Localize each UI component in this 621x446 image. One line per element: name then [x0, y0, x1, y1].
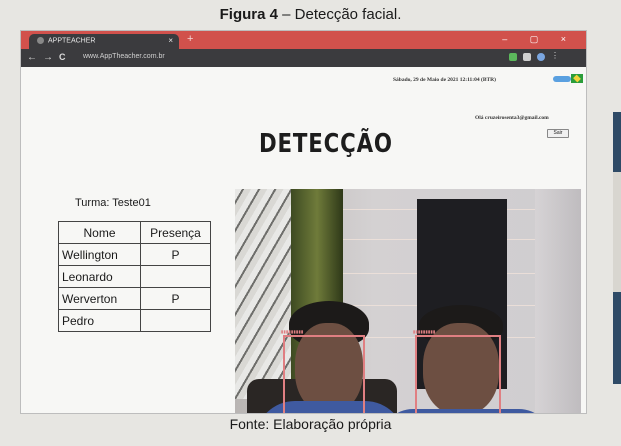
- language-toggle[interactable]: [553, 74, 583, 84]
- student-name: Wellington: [58, 243, 141, 266]
- date-time: Sábado, 29 de Maio de 2021 12:11:04 (BTR…: [393, 77, 496, 83]
- adjacent-page-edge: [613, 112, 621, 384]
- column-header-name: Nome: [58, 221, 141, 244]
- face-label-left: ▮▮▮▮▮▮▮▮▮: [281, 329, 304, 334]
- face-detection-box: [283, 335, 365, 413]
- student-name: Werverton: [58, 287, 141, 310]
- attendance-table: Nome Presença Wellington P Leonardo Werv…: [58, 221, 211, 332]
- user-greeting: Olá cruzeirosenta3@gmail.com: [475, 115, 549, 121]
- favicon-icon: [37, 37, 44, 44]
- tab-bar: APPTEACHER × + – ▢ ×: [21, 31, 586, 49]
- face-label-right: ▮▮▮▮▮▮▮▮▮: [413, 329, 436, 334]
- student-name: Leonardo: [58, 265, 141, 288]
- class-label: Turma: Teste01: [75, 197, 151, 209]
- forward-button[interactable]: →: [43, 52, 53, 63]
- browser-toolbar: ← → C www.AppTheacher.com.br ⋮: [21, 49, 586, 67]
- camera-feed: ▮▮▮▮▮▮▮▮▮ ▮▮▮▮▮▮▮▮▮: [235, 189, 581, 413]
- browser-window: APPTEACHER × + – ▢ × ← → C www.AppTheach…: [20, 30, 587, 414]
- bookmark-icon[interactable]: [523, 53, 531, 61]
- column-header-presence: Presença: [140, 221, 211, 244]
- back-button[interactable]: ←: [27, 52, 37, 63]
- student-name: Pedro: [58, 309, 141, 332]
- toggle-switch[interactable]: [553, 76, 571, 82]
- table-header-row: Nome Presença: [58, 221, 211, 244]
- table-row: Pedro: [58, 309, 211, 332]
- close-tab-icon[interactable]: ×: [168, 36, 173, 45]
- presence-mark: [140, 309, 211, 332]
- window-controls[interactable]: – ▢ ×: [502, 34, 576, 45]
- tab-title: APPTEACHER: [48, 37, 96, 45]
- presence-mark: [140, 265, 211, 288]
- extension-icon[interactable]: [509, 53, 517, 61]
- profile-icon[interactable]: [537, 53, 545, 61]
- figure-caption-text: – Detecção facial.: [277, 6, 402, 23]
- brazil-flag-icon: [571, 74, 583, 83]
- browser-tab[interactable]: APPTEACHER ×: [29, 34, 179, 49]
- table-row: Werverton P: [58, 287, 211, 310]
- figure-label: Figura 4: [219, 6, 278, 23]
- table-row: Wellington P: [58, 243, 211, 266]
- presence-mark: P: [140, 287, 211, 310]
- page-content: Sábado, 29 de Maio de 2021 12:11:04 (BTR…: [21, 67, 586, 413]
- menu-icon[interactable]: ⋮: [551, 51, 559, 60]
- presence-mark: P: [140, 243, 211, 266]
- figure-source: Fonte: Elaboração própria: [229, 416, 392, 432]
- face-detection-box: [415, 335, 501, 413]
- figure-caption: Figura 4 – Detecção facial.: [0, 6, 621, 23]
- table-row: Leonardo: [58, 265, 211, 288]
- logout-button[interactable]: Sair: [547, 129, 569, 138]
- reload-button[interactable]: C: [59, 52, 66, 62]
- new-tab-button[interactable]: +: [187, 33, 193, 45]
- wall-shadow: [535, 189, 581, 413]
- page-title: DETECÇÃO: [259, 129, 393, 159]
- address-bar[interactable]: www.AppTheacher.com.br: [83, 53, 165, 60]
